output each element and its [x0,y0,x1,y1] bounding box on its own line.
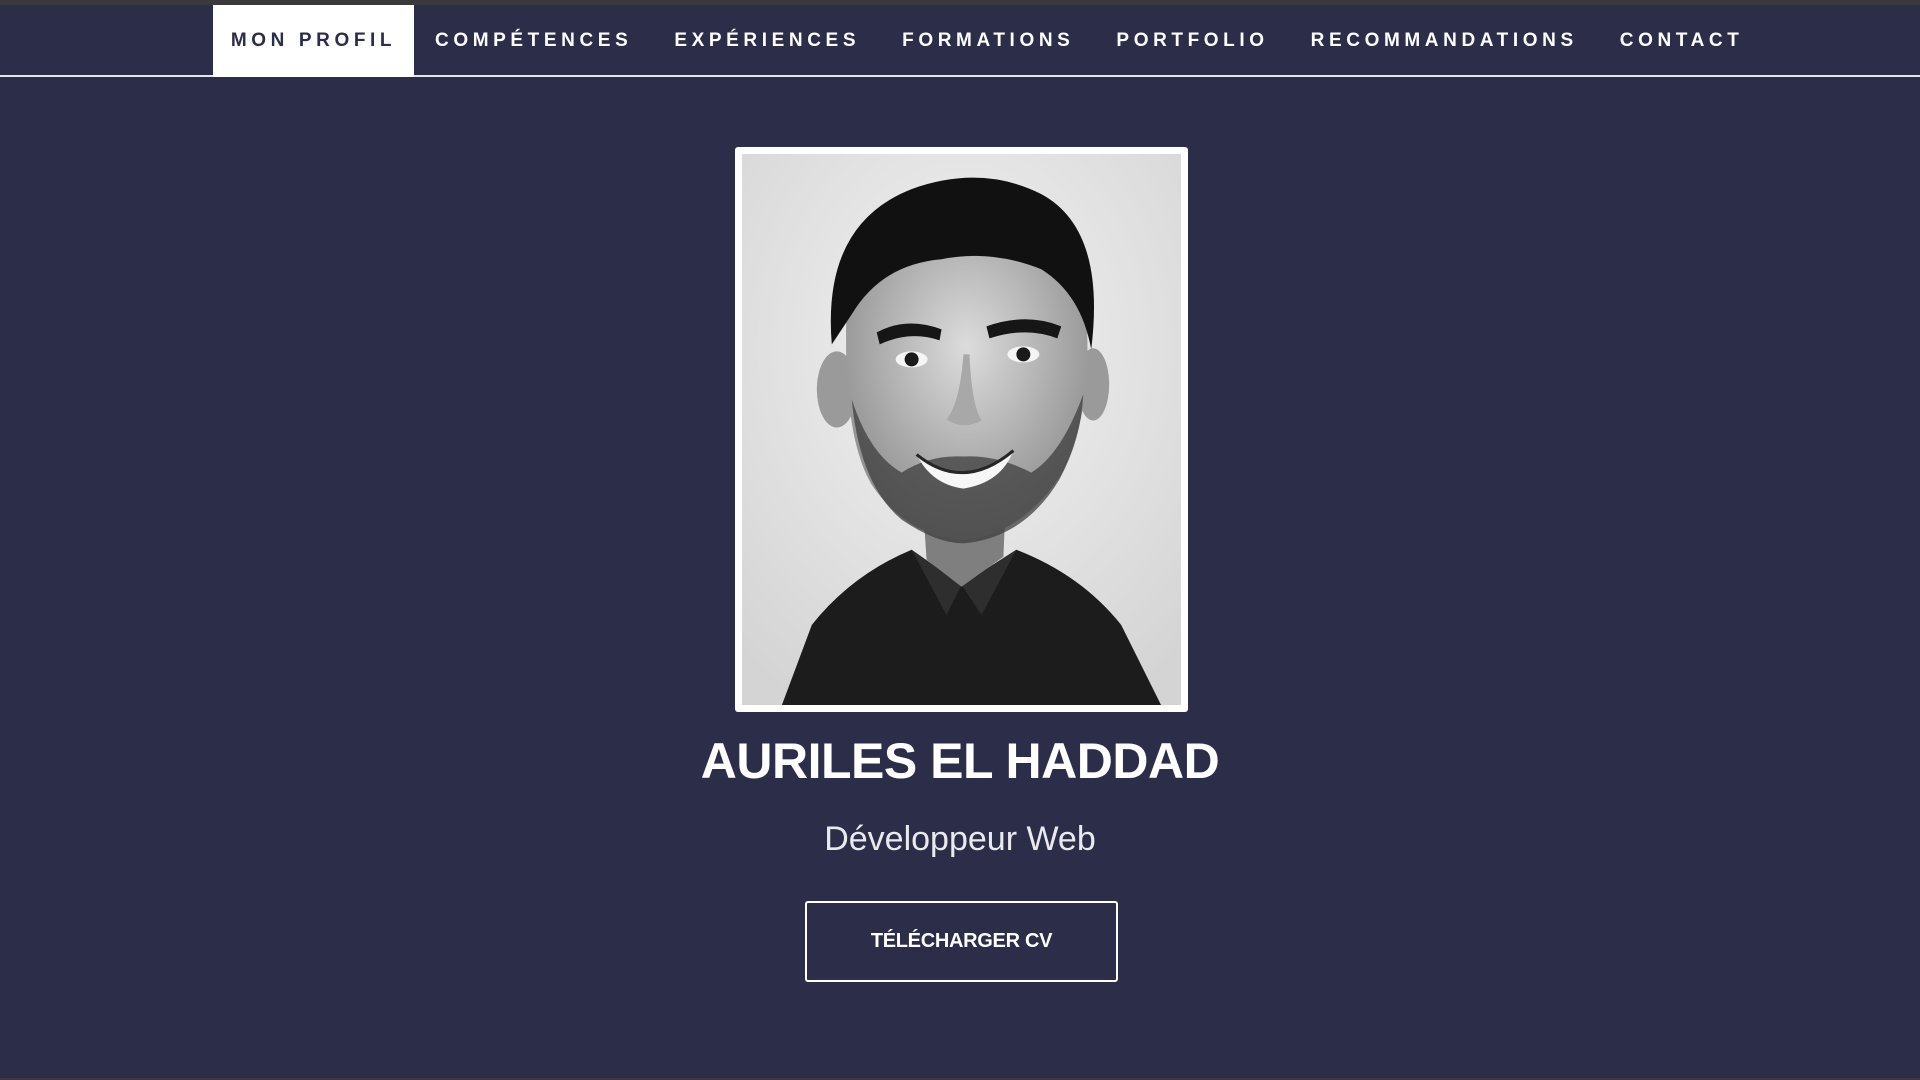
profile-photo [742,154,1181,705]
nav-item-mon-profil[interactable]: MON PROFIL [213,5,414,77]
nav-item-competences[interactable]: COMPÉTENCES [414,5,653,77]
download-cv-button[interactable]: TÉLÉCHARGER CV [805,901,1118,982]
nav-item-experiences[interactable]: EXPÉRIENCES [653,5,881,77]
portrait-illustration [742,154,1181,705]
nav-item-portfolio[interactable]: PORTFOLIO [1095,5,1289,77]
profile-photo-frame [735,147,1188,712]
nav-item-contact[interactable]: CONTACT [1599,5,1765,77]
nav-item-recommandations[interactable]: RECOMMANDATIONS [1290,5,1599,77]
profile-hero: AURILES EL HADDAD Développeur Web TÉLÉCH… [0,79,1920,1080]
profile-name: AURILES EL HADDAD [700,733,1220,789]
nav-list: MON PROFIL COMPÉTENCES EXPÉRIENCES FORMA… [213,5,1764,77]
main-navigation: MON PROFIL COMPÉTENCES EXPÉRIENCES FORMA… [0,5,1920,77]
profile-role: Développeur Web [824,820,1096,858]
nav-item-formations[interactable]: FORMATIONS [881,5,1095,77]
